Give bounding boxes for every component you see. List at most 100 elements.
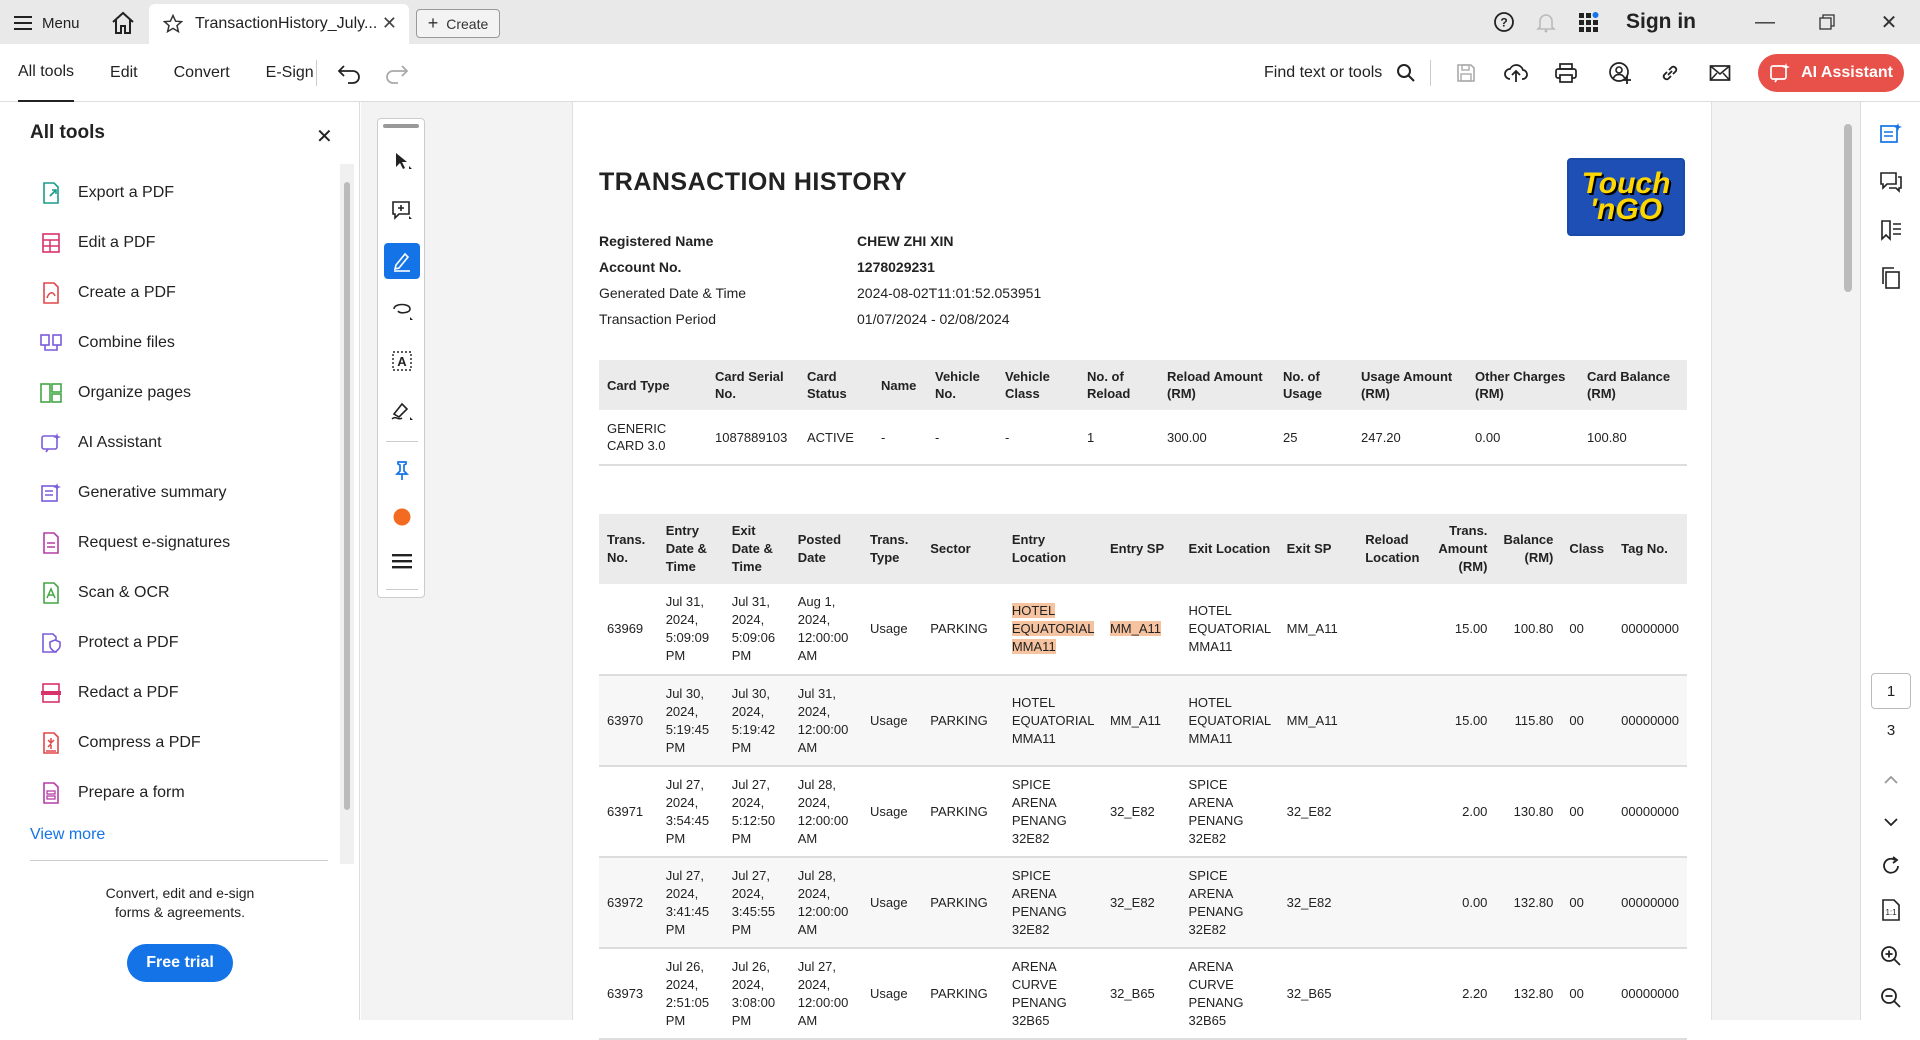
- tool-label: Generative summary: [78, 484, 227, 501]
- tool-generative-summary[interactable]: Generative summary: [40, 468, 340, 518]
- info-key: Registered Name: [599, 233, 714, 249]
- more-options-icon[interactable]: [384, 543, 420, 579]
- tool-label: Combine files: [78, 334, 175, 351]
- color-picker-icon[interactable]: [384, 499, 420, 535]
- sign-in-link[interactable]: Sign in: [1626, 10, 1696, 34]
- tool-scan-ocr[interactable]: Scan & OCR: [40, 568, 340, 618]
- drag-handle[interactable]: [383, 124, 419, 128]
- table-cell: SPICE ARENA PENANG 32E82: [1003, 857, 1102, 949]
- text-box-icon[interactable]: A: [384, 343, 420, 379]
- upload-cloud-icon[interactable]: [1502, 59, 1530, 87]
- zoom-in-icon[interactable]: [1877, 942, 1905, 970]
- info-value: 01/07/2024 - 02/08/2024: [857, 311, 1010, 327]
- cell-text: Jul 30, 2024, 5:19:42 PM: [731, 685, 776, 755]
- tab-edit[interactable]: Edit: [110, 64, 138, 82]
- close-tab-icon[interactable]: ✕: [382, 13, 397, 34]
- table-cell: [1357, 857, 1431, 949]
- cell-text: Jul 27, 2024, 3:45:55 PM: [731, 867, 776, 937]
- table-cell: SPICE ARENA PENANG 32E82: [1003, 766, 1102, 858]
- highlight-pen-icon[interactable]: [384, 243, 420, 279]
- tool-ai-assistant[interactable]: AI Assistant: [40, 418, 340, 468]
- help-icon[interactable]: ?: [1490, 8, 1518, 36]
- ai-assistant-button[interactable]: AI Assistant: [1758, 54, 1904, 92]
- email-icon[interactable]: [1706, 59, 1734, 87]
- pin-icon[interactable]: [384, 453, 420, 489]
- home-icon[interactable]: [110, 10, 136, 36]
- column-header: Entry Date & Time: [657, 514, 724, 584]
- column-header: Tag No.: [1613, 514, 1687, 584]
- print-icon[interactable]: [1552, 59, 1580, 87]
- redo-icon[interactable]: [384, 61, 410, 85]
- table-cell: GENERIC CARD 3.0: [599, 410, 707, 466]
- column-header: Other Charges (RM): [1467, 360, 1579, 410]
- chevron-down-icon[interactable]: [1877, 808, 1905, 836]
- notification-bell-icon[interactable]: [1532, 8, 1560, 36]
- restore-icon[interactable]: [1796, 0, 1858, 44]
- sign-pen-icon[interactable]: [384, 393, 420, 429]
- menu-button[interactable]: Menu: [14, 11, 80, 35]
- cell-text: 00: [1569, 803, 1584, 819]
- cell-text: 100.80: [1513, 621, 1554, 636]
- save-icon[interactable]: [1452, 59, 1480, 87]
- current-page-input[interactable]: 1: [1871, 673, 1911, 709]
- document-scrollbar[interactable]: [1844, 124, 1852, 292]
- free-trial-button[interactable]: Free trial: [127, 944, 233, 982]
- tab-convert[interactable]: Convert: [174, 64, 230, 82]
- chevron-up-icon[interactable]: [1877, 766, 1905, 794]
- organize-pages-icon: [40, 382, 62, 404]
- card-summary-table: Card Type Card Serial No. Card Status Na…: [599, 360, 1687, 466]
- add-comment-icon[interactable]: [384, 193, 420, 229]
- ai-assistant-icon: [40, 432, 62, 454]
- table-cell: 32_E82: [1101, 766, 1181, 858]
- tool-export-pdf[interactable]: Export a PDF: [40, 168, 340, 218]
- zoom-out-icon[interactable]: [1877, 984, 1905, 1012]
- ai-summary-icon[interactable]: [1877, 120, 1905, 148]
- comments-icon[interactable]: [1877, 168, 1905, 196]
- find-tools[interactable]: Find text or tools: [1264, 44, 1416, 102]
- pages-thumbnails-icon[interactable]: [1877, 264, 1905, 292]
- close-window-icon[interactable]: ✕: [1858, 0, 1920, 44]
- quick-tools-bar: A: [377, 118, 425, 598]
- star-icon[interactable]: [163, 14, 183, 34]
- tab-e-sign[interactable]: E-Sign: [266, 64, 314, 82]
- create-button[interactable]: + Create: [416, 9, 500, 38]
- table-cell: 2.00: [1430, 766, 1496, 858]
- export-pdf-icon: [40, 182, 62, 204]
- bookmarks-icon[interactable]: [1877, 216, 1905, 244]
- select-cursor-icon[interactable]: [384, 143, 420, 179]
- tab-all-tools[interactable]: All tools: [18, 44, 75, 102]
- undo-icon[interactable]: [336, 61, 362, 85]
- table-cell: 63972: [599, 857, 658, 949]
- view-more-link[interactable]: View more: [30, 826, 105, 844]
- tool-compress-pdf[interactable]: Compress a PDF: [40, 718, 340, 768]
- cell-text: 00000000: [1621, 803, 1679, 819]
- prepare-form-icon: [40, 782, 62, 804]
- apps-grid-icon[interactable]: [1574, 8, 1602, 36]
- tool-prepare-form[interactable]: Prepare a form: [40, 768, 340, 818]
- tool-redact-pdf[interactable]: Redact a PDF: [40, 668, 340, 718]
- document-tab[interactable]: TransactionHistory_July... ✕: [149, 4, 409, 44]
- info-key: Account No.: [599, 259, 682, 275]
- minimize-icon[interactable]: —: [1734, 0, 1796, 44]
- card-table-header: Card Type Card Serial No. Card Status Na…: [599, 360, 1687, 410]
- tool-edit-pdf[interactable]: Edit a PDF: [40, 218, 340, 268]
- column-header: Card Serial No.: [707, 360, 799, 410]
- table-cell: Jul 28, 2024, 12:00:00 AM: [789, 766, 863, 858]
- tool-request-esignatures[interactable]: Request e-signatures: [40, 518, 340, 568]
- column-header: Name: [873, 360, 927, 410]
- draw-lasso-icon[interactable]: [384, 293, 420, 329]
- close-panel-icon[interactable]: ✕: [316, 124, 333, 149]
- tool-protect-pdf[interactable]: Protect a PDF: [40, 618, 340, 668]
- link-icon[interactable]: [1656, 59, 1684, 87]
- cell-text: 00: [1569, 894, 1584, 910]
- share-user-icon[interactable]: [1606, 59, 1634, 87]
- tool-organize-pages[interactable]: Organize pages: [40, 368, 340, 418]
- rotate-icon[interactable]: [1877, 852, 1905, 880]
- table-cell: 00: [1561, 675, 1614, 767]
- page-fit-icon[interactable]: 1:1: [1877, 896, 1905, 924]
- table-cell: 1: [1079, 410, 1159, 466]
- table-cell: 00: [1561, 766, 1614, 858]
- tool-create-pdf[interactable]: Create a PDF: [40, 268, 340, 318]
- panel-scrollbar[interactable]: [344, 182, 350, 810]
- tool-combine-files[interactable]: Combine files: [40, 318, 340, 368]
